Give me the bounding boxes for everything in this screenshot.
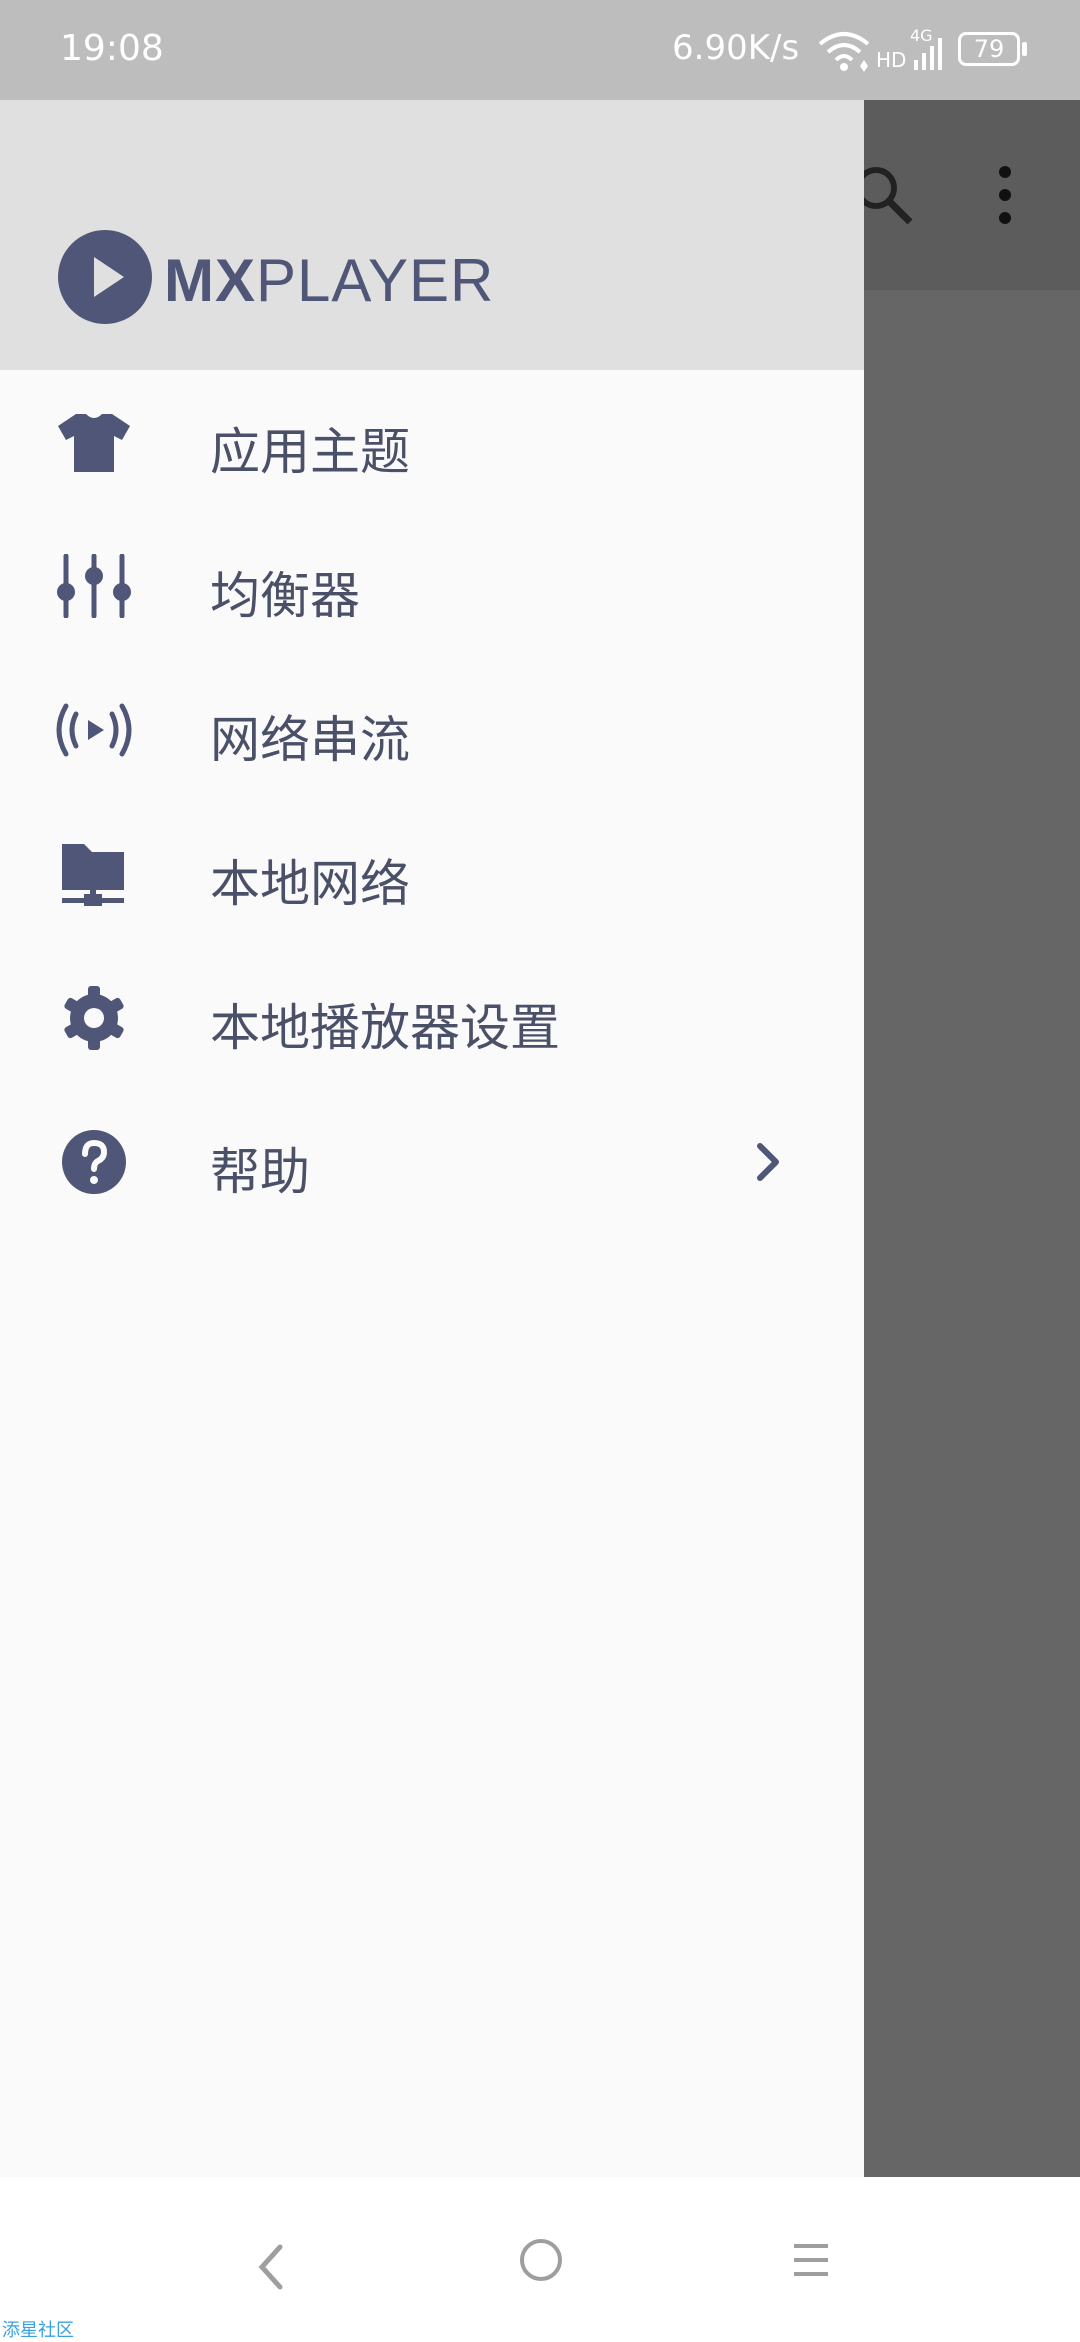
mx-player-logo: MXPLAYER [58,228,493,328]
drawer-header: MXPLAYER [0,100,864,370]
broadcast-icon [56,703,132,757]
status-hd-label: HD [876,48,907,72]
battery-tip [1022,42,1027,56]
menu-label-local-network: 本地网络 [210,855,410,913]
menu-label-player-settings: 本地播放器设置 [210,999,560,1057]
more-vertical-icon [999,166,1011,224]
menu-label-network-stream: 网络串流 [210,711,410,769]
equalizer-icon [57,554,131,618]
logo-player-text: PLAYER [256,247,495,314]
network-folder-icon [62,844,124,906]
menu-item-equalizer[interactable]: 均衡器 [0,514,864,658]
menu-item-theme[interactable]: 应用主题 [0,370,864,514]
status-bar: 19:08 6.90K/s HD 4G 79 [0,0,1080,100]
signal-icon [914,38,942,70]
help-icon [62,1130,126,1194]
navigation-drawer: MXPLAYER 应用主题 均衡器 网络串流 本地网络 本地播放器设置 帮助 [0,100,864,2177]
menu-label-equalizer: 均衡器 [210,567,360,625]
menu-item-player-settings[interactable]: 本地播放器设置 [0,946,864,1090]
watermark-text: 添星社区 [2,2320,74,2341]
play-logo-icon [58,230,152,324]
drawer-menu: 应用主题 均衡器 网络串流 本地网络 本地播放器设置 帮助 [0,370,864,1234]
wifi-icon [818,32,870,72]
recents-menu-icon[interactable] [792,2241,830,2279]
logo-mx-text: MX [164,247,256,314]
tshirt-icon [58,414,130,472]
chevron-right-icon [757,1143,779,1181]
menu-item-network-stream[interactable]: 网络串流 [0,658,864,802]
menu-label-help: 帮助 [210,1143,310,1201]
status-time: 19:08 [60,28,164,69]
system-nav-bar [0,2177,1080,2340]
gear-icon [64,986,124,1050]
battery-icon: 79 [958,32,1020,66]
back-icon[interactable] [250,2237,290,2297]
menu-label-theme: 应用主题 [210,423,410,481]
home-icon[interactable] [520,2239,562,2281]
menu-item-help[interactable]: 帮助 [0,1090,864,1234]
status-net-speed: 6.90K/s [672,28,800,68]
menu-item-local-network[interactable]: 本地网络 [0,802,864,946]
